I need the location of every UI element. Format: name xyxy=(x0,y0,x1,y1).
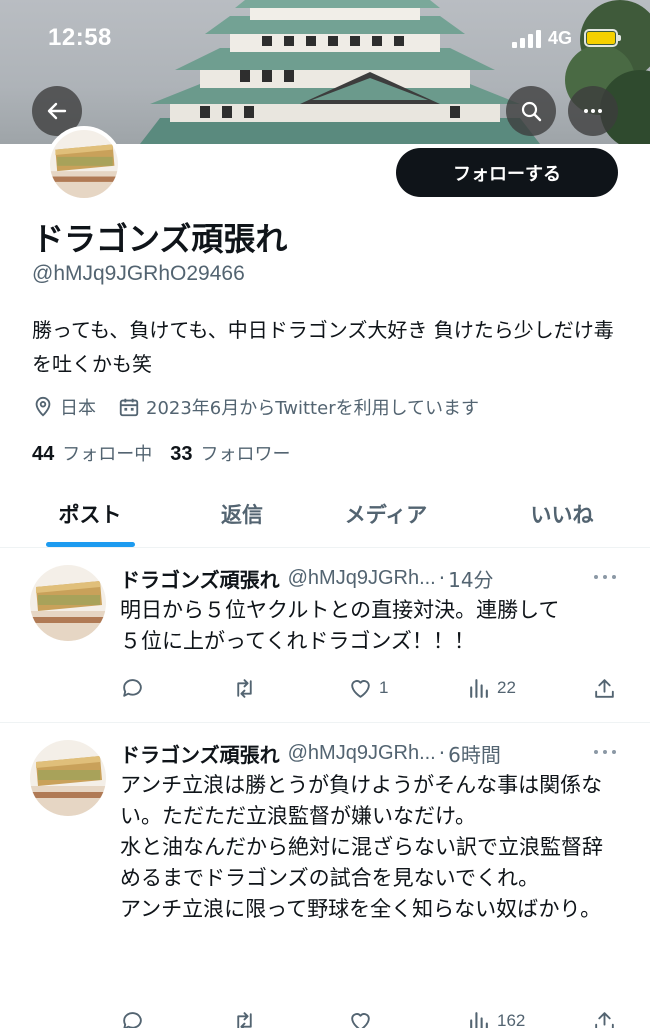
followers-link[interactable]: 33 フォロワー xyxy=(170,440,290,466)
arrow-left-icon xyxy=(47,102,67,120)
tab-replies[interactable]: 返信 xyxy=(172,480,312,548)
profile-tabs: ポスト 返信 メディア いいね xyxy=(0,480,650,548)
heart-icon xyxy=(351,1012,370,1028)
like-count: 1 xyxy=(379,678,389,697)
views-chart-icon xyxy=(470,678,488,698)
search-button[interactable] xyxy=(506,86,556,136)
views-chart-icon xyxy=(470,1011,488,1028)
tweet-author-name[interactable]: ドラゴンズ頑張れ xyxy=(120,739,280,768)
search-icon xyxy=(521,101,542,122)
view-count: 22 xyxy=(497,678,516,697)
tweet-separator: · xyxy=(438,566,446,590)
tweet-author-handle[interactable]: @hMJq9JGRh... xyxy=(288,567,436,590)
reply-icon xyxy=(123,678,142,697)
follow-counts: 44 フォロー中 33 フォロワー xyxy=(32,440,309,466)
reply-button[interactable] xyxy=(120,1006,151,1028)
like-button[interactable]: 1 xyxy=(348,673,388,703)
status-time: 12:58 xyxy=(48,24,112,51)
tweet-time[interactable]: 6時間 xyxy=(448,739,501,768)
followers-count: 33 xyxy=(170,443,193,465)
following-count: 44 xyxy=(32,443,55,465)
follow-button[interactable]: フォローする xyxy=(396,148,618,197)
tweet-author-name[interactable]: ドラゴンズ頑張れ xyxy=(120,564,280,593)
reply-button[interactable] xyxy=(120,673,151,703)
share-button[interactable] xyxy=(592,1006,623,1028)
heart-icon xyxy=(351,679,370,698)
more-dots-icon[interactable] xyxy=(590,742,620,762)
food-avatar-image xyxy=(50,130,118,198)
status-bar: 12:58 4G xyxy=(0,0,650,80)
profile-banner[interactable]: 12:58 4G xyxy=(0,0,650,144)
profile-avatar[interactable] xyxy=(46,126,122,202)
tweet-item[interactable]: ドラゴンズ頑張れ @hMJq9JGRh... · 14分 明日から５位ヤクルトと… xyxy=(0,549,650,723)
tweet-header: ドラゴンズ頑張れ @hMJq9JGRh... · 6時間 xyxy=(120,738,501,768)
reply-icon xyxy=(123,1011,142,1028)
share-icon xyxy=(595,1011,614,1028)
following-link[interactable]: 44 フォロー中 xyxy=(32,440,152,466)
tweet-separator: · xyxy=(438,741,446,765)
profile-display-name: ドラゴンズ頑張れ xyxy=(32,220,288,258)
repost-button[interactable] xyxy=(232,1006,263,1028)
share-button[interactable] xyxy=(592,673,623,703)
tweet-actions: 1 22 xyxy=(120,673,620,703)
tweet-avatar[interactable] xyxy=(30,565,106,641)
food-avatar-image xyxy=(30,565,106,641)
active-tab-indicator xyxy=(46,542,135,547)
battery-icon xyxy=(584,29,621,47)
tweet-text: 明日から５位ヤクルトとの直接対決。連勝して ５位に上がってくれドラゴンズ！！！ xyxy=(120,598,560,653)
share-icon xyxy=(595,678,614,698)
tab-media[interactable]: メディア xyxy=(316,480,456,548)
more-options-button[interactable] xyxy=(568,86,618,136)
joined-item: 2023年6月からTwitterを利用しています xyxy=(118,394,479,420)
joined-text: 2023年6月からTwitterを利用しています xyxy=(146,398,480,419)
more-dots-icon[interactable] xyxy=(590,567,620,587)
tweet-author-handle[interactable]: @hMJq9JGRh... xyxy=(288,742,436,765)
signal-icon xyxy=(512,30,542,48)
followers-label: フォロワー xyxy=(200,444,291,465)
views-button[interactable]: 162 xyxy=(466,1006,525,1028)
repost-icon xyxy=(237,1011,252,1028)
profile-bio: 勝っても、負けても、中日ドラゴンズ大好き 負けたら少しだけ毒を吐くかも笑 xyxy=(32,318,614,376)
network-type: 4G xyxy=(548,28,573,48)
profile-meta: 日本 2023年6月からTwitterを利用しています xyxy=(32,394,501,420)
tab-likes[interactable]: いいね xyxy=(492,480,632,548)
location-pin-icon xyxy=(35,396,51,417)
repost-icon xyxy=(237,678,252,698)
location-text: 日本 xyxy=(60,398,96,419)
location-item: 日本 xyxy=(32,394,96,420)
tweet-time[interactable]: 14分 xyxy=(448,564,493,593)
repost-button[interactable] xyxy=(232,673,263,703)
tweet-header: ドラゴンズ頑張れ @hMJq9JGRh... · 14分 xyxy=(120,563,494,593)
tweet-actions: 162 xyxy=(120,1006,620,1028)
views-button[interactable]: 22 xyxy=(466,673,516,703)
more-dots-icon xyxy=(584,109,602,113)
tab-posts[interactable]: ポスト xyxy=(20,480,160,548)
tweet-text: アンチ立浪は勝とうが負けようがそんな事は関係ない。ただただ立浪監督が嫌いなだけ。… xyxy=(120,773,603,921)
food-avatar-image xyxy=(30,740,106,816)
profile-handle: @hMJq9JGRhO29466 xyxy=(32,262,245,285)
like-button[interactable] xyxy=(348,1006,379,1028)
view-count: 162 xyxy=(497,1011,526,1028)
following-label: フォロー中 xyxy=(62,444,153,465)
calendar-icon xyxy=(119,398,139,417)
tweet-avatar[interactable] xyxy=(30,740,106,816)
tweet-item[interactable]: ドラゴンズ頑張れ @hMJq9JGRh... · 6時間 アンチ立浪は勝とうが負… xyxy=(0,724,650,1028)
